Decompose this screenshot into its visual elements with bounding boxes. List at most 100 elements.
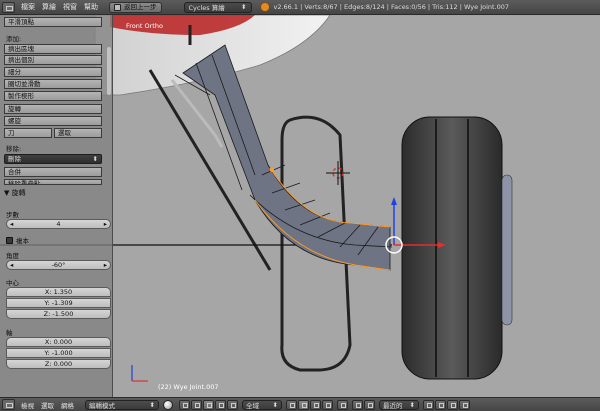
main-menu: 檔案 算繪 視窗 幫助 (21, 2, 105, 12)
menu-window[interactable]: 視窗 (63, 2, 77, 12)
tool-shelf: 平滑頂點 添加: 擠出區塊 擠出個別 細分 圈切並滑動 製作楔形 旋轉 螺旋 刀… (0, 15, 113, 397)
dropdown-arrow-icon: ⬍ (92, 155, 98, 163)
mode-select[interactable]: 編輯模式 ⬍ (85, 399, 159, 410)
render-engine-select[interactable]: Cycles 算繪 ⬍ (183, 1, 252, 13)
spin-button[interactable]: 旋轉 (4, 104, 102, 114)
steps-field[interactable]: ◂ 4 ▸ (6, 219, 111, 229)
axis-y-axis: Y: (44, 349, 50, 357)
center-x-value: 1.350 (53, 288, 73, 296)
3d-cursor-icon[interactable] (326, 161, 350, 185)
face-select-icon[interactable] (310, 399, 321, 410)
dropdown-arrow-icon: ⬍ (409, 400, 415, 409)
menu-view[interactable]: 檢視 (21, 400, 34, 410)
center-x-field[interactable]: X: 1.350 (6, 287, 111, 297)
loop-cut-slide-button[interactable]: 圈切並滑動 (4, 79, 102, 89)
center-y-axis: Y: (44, 299, 50, 307)
selected-vertex[interactable] (270, 168, 274, 172)
axis-x-value: 0.000 (53, 338, 73, 346)
center-label: 中心 (6, 279, 19, 287)
menu-help[interactable]: 幫助 (84, 2, 98, 12)
axis-gizmo-icon (131, 365, 148, 382)
knife-button[interactable]: 刀 (4, 128, 52, 138)
orientation-label: 全域 (246, 401, 259, 410)
snap-toggle-icon[interactable] (352, 399, 363, 410)
dupli-checkbox[interactable]: 複本 (6, 235, 29, 245)
decrement-arrow-icon[interactable]: ◂ (10, 261, 13, 269)
center-z-field[interactable]: Z: -1.500 (6, 309, 111, 319)
axis-z-value: 0.000 (53, 360, 73, 368)
viewport-menu: 檢視 選取 網格 (21, 400, 81, 410)
subdivide-button[interactable]: 細分 (4, 67, 102, 77)
remove-heading: 移除: (6, 145, 22, 153)
render-preview-icon[interactable] (459, 399, 470, 410)
checkbox-box[interactable] (6, 236, 13, 244)
wedge-button[interactable]: 製作楔形 (4, 91, 102, 101)
spin-panel-title[interactable]: ▼ 旋轉 (4, 188, 26, 198)
center-x-axis: X: (44, 288, 52, 296)
snap-target-select[interactable]: 最近的 ⬍ (379, 399, 419, 410)
screw-button[interactable]: 螺旋 (4, 116, 102, 126)
undo-icon (114, 3, 121, 11)
undo-label: 返回上一步 (124, 2, 157, 11)
edge-select-icon[interactable] (298, 399, 309, 410)
extrude-individual-button[interactable]: 擠出個別 (4, 55, 102, 65)
pivot-point-icon[interactable] (179, 399, 190, 410)
increment-arrow-icon[interactable]: ▸ (104, 220, 107, 228)
snap-element-icon[interactable] (364, 399, 375, 410)
snap-rotation-icon[interactable] (435, 399, 446, 410)
rotate-manipulator-icon[interactable] (215, 399, 226, 410)
view-name: Front Ortho (126, 22, 163, 30)
menu-render[interactable]: 算繪 (42, 2, 56, 12)
merge-button[interactable]: 合併 (4, 167, 102, 177)
scale-manipulator-icon[interactable] (227, 399, 238, 410)
delete-label: 刪除 (8, 155, 21, 163)
axis-y-value: -1.000 (51, 349, 73, 357)
decrement-arrow-icon[interactable]: ◂ (10, 220, 13, 228)
axis-z-field[interactable]: Z: 0.000 (6, 359, 111, 369)
center-y-field[interactable]: Y: -1.309 (6, 298, 111, 308)
smooth-vertex-button[interactable]: 平滑頂點 (4, 17, 102, 27)
remove-doubles-button[interactable]: 移除重疊點 (4, 179, 102, 185)
manipulator-toggle-icon[interactable] (191, 399, 202, 410)
menu-file[interactable]: 檔案 (21, 2, 35, 12)
viewport-header: 檢視 選取 網格 編輯模式 ⬍ 全域 ⬍ 最近的 ⬍ (0, 397, 600, 411)
vertex-select-icon[interactable] (286, 399, 297, 410)
menu-select[interactable]: 選取 (41, 400, 54, 410)
info-header: 檔案 算繪 視窗 幫助 返回上一步 Cycles 算繪 ⬍ v2.66.1 | … (0, 0, 600, 15)
extrude-region-button[interactable]: 擠出區塊 (4, 44, 102, 54)
delete-select[interactable]: 刪除 ⬍ (4, 154, 102, 164)
angle-value: -60° (51, 261, 66, 269)
blender-logo-icon (259, 2, 270, 12)
proportional-edit-icon[interactable] (337, 399, 348, 410)
translate-manipulator-icon[interactable] (203, 399, 214, 410)
toolshelf-scrollbar[interactable] (107, 47, 111, 95)
dropdown-arrow-icon: ⬍ (241, 3, 247, 11)
object-info: (22) Wye Joint.007 (158, 383, 219, 391)
mode-label: 編輯模式 (89, 401, 115, 410)
axis-y-field[interactable]: Y: -1.000 (6, 348, 111, 358)
snap-options-icon[interactable] (423, 399, 434, 410)
angle-field[interactable]: ◂ -60° ▸ (6, 260, 111, 270)
editor-type-icon[interactable] (2, 399, 15, 410)
center-z-axis: Z: (43, 310, 51, 318)
snap-project-icon[interactable] (447, 399, 458, 410)
angle-label: 角度 (6, 252, 19, 260)
orientation-select[interactable]: 全域 ⬍ (242, 399, 282, 410)
add-heading: 添加: (6, 35, 22, 43)
select-button[interactable]: 選取 (54, 128, 102, 138)
dropdown-arrow-icon: ⬍ (272, 400, 278, 409)
wheel-tire (401, 116, 513, 380)
render-engine-label: Cycles 算繪 (188, 4, 225, 12)
center-y-value: -1.309 (51, 299, 73, 307)
editor-type-icon[interactable] (2, 1, 15, 13)
center-z-value: -1.500 (52, 310, 74, 318)
occlude-geometry-icon[interactable] (322, 399, 333, 410)
axis-x-field[interactable]: X: 0.000 (6, 337, 111, 347)
increment-arrow-icon[interactable]: ▸ (104, 261, 107, 269)
undo-button[interactable]: 返回上一步 (109, 1, 162, 13)
scene-stats: v2.66.1 | Verts:8/67 | Edges:8/124 | Fac… (273, 3, 510, 11)
snap-target-label: 最近的 (383, 401, 403, 410)
dupli-label: 複本 (16, 237, 29, 245)
menu-mesh[interactable]: 網格 (61, 400, 74, 410)
viewport-shading-icon[interactable] (163, 399, 173, 410)
